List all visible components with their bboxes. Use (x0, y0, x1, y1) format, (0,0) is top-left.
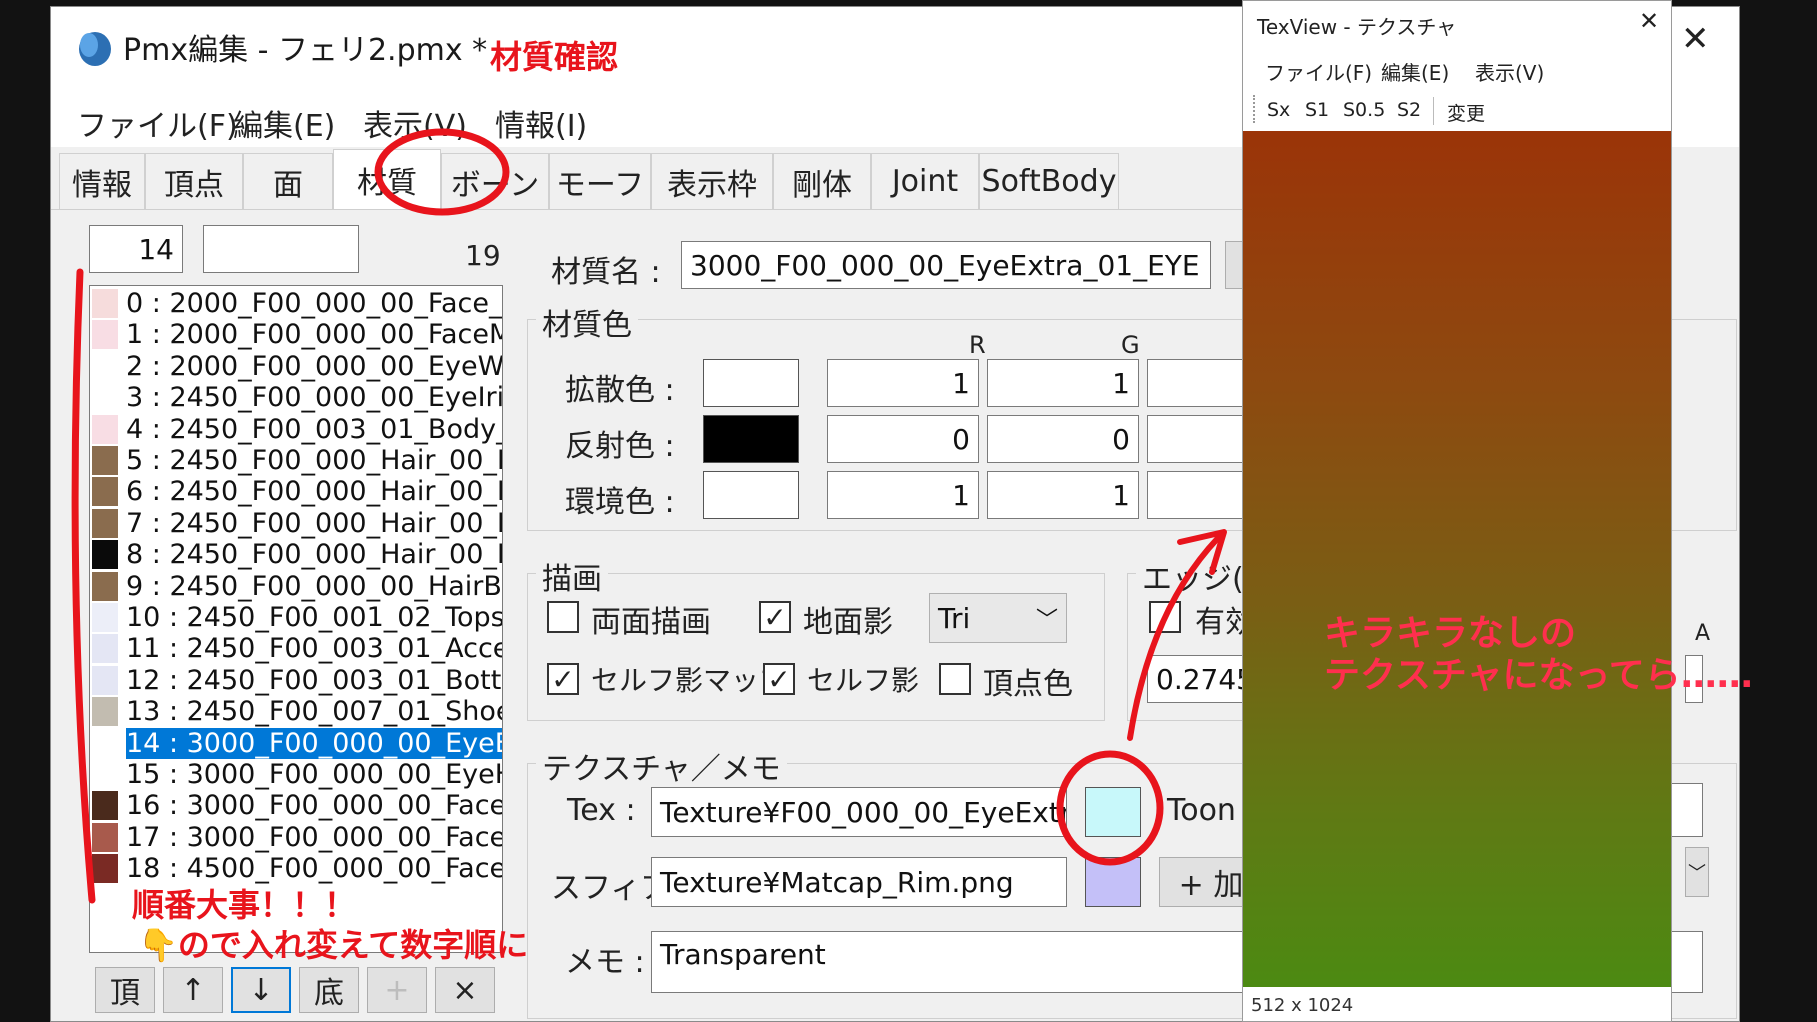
annotation-strokes (71, 128, 1227, 904)
annotation-arrow-line (1127, 535, 1221, 741)
tex-swatch-circle (1056, 750, 1164, 866)
list-bracket-line (71, 268, 96, 904)
material-tab-circle (374, 128, 510, 216)
